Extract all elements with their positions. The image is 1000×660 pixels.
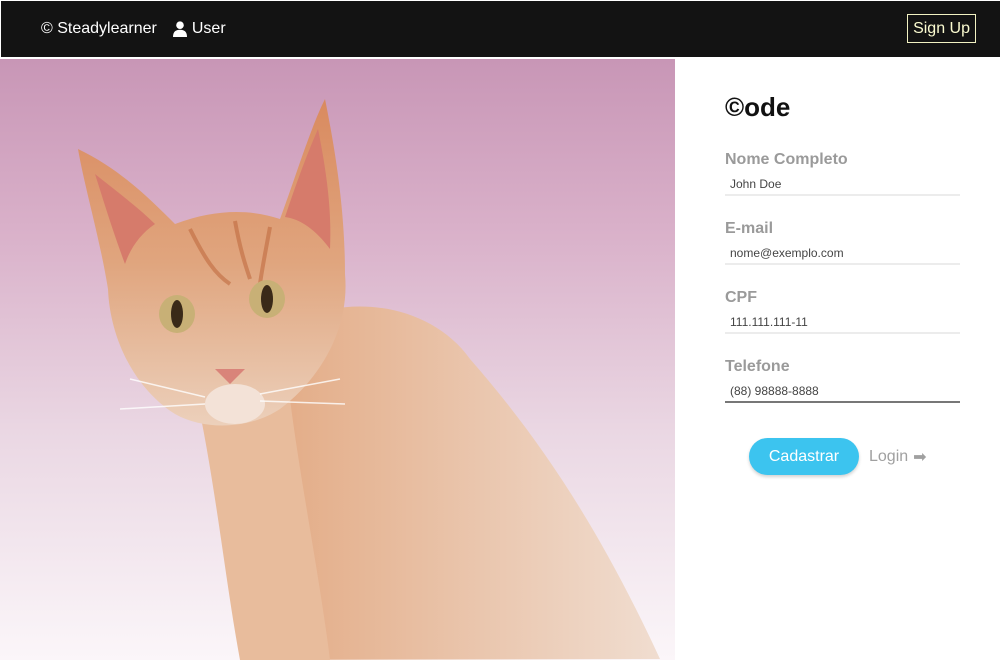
user-icon xyxy=(172,21,187,37)
phone-group: Telefone xyxy=(725,358,960,403)
full-name-label: Nome Completo xyxy=(725,151,848,168)
cpf-group: CPF xyxy=(725,289,960,334)
email-group: E-mail xyxy=(725,220,960,265)
user-link[interactable]: User xyxy=(172,20,226,38)
email-input[interactable] xyxy=(725,243,960,265)
form-logo: ©ode xyxy=(725,92,791,122)
brand-link[interactable]: © Steadylearner xyxy=(41,20,157,38)
arrow-right-icon: ➡ xyxy=(913,448,927,466)
email-label: E-mail xyxy=(725,220,774,237)
form-actions: Cadastrar Login ➡ xyxy=(749,438,927,475)
submit-button[interactable]: Cadastrar xyxy=(749,438,859,475)
navbar-left: © Steadylearner User xyxy=(41,20,226,38)
login-link[interactable]: Login ➡ xyxy=(869,447,927,467)
user-label: User xyxy=(191,20,226,37)
cpf-input[interactable] xyxy=(725,312,960,334)
signup-button[interactable]: Sign Up xyxy=(907,14,976,43)
phone-input[interactable] xyxy=(725,381,960,403)
phone-label: Telefone xyxy=(725,358,790,375)
login-label: Login xyxy=(869,447,909,465)
top-navbar: © Steadylearner User Sign Up xyxy=(1,1,1000,57)
full-name-input[interactable] xyxy=(725,174,960,196)
signup-panel: ©ode Nome Completo E-mail CPF Telefone C… xyxy=(675,57,1000,660)
cat-illustration xyxy=(78,99,660,660)
full-name-group: Nome Completo xyxy=(725,151,960,196)
cpf-label: CPF xyxy=(725,289,757,306)
hero-image xyxy=(0,59,675,660)
